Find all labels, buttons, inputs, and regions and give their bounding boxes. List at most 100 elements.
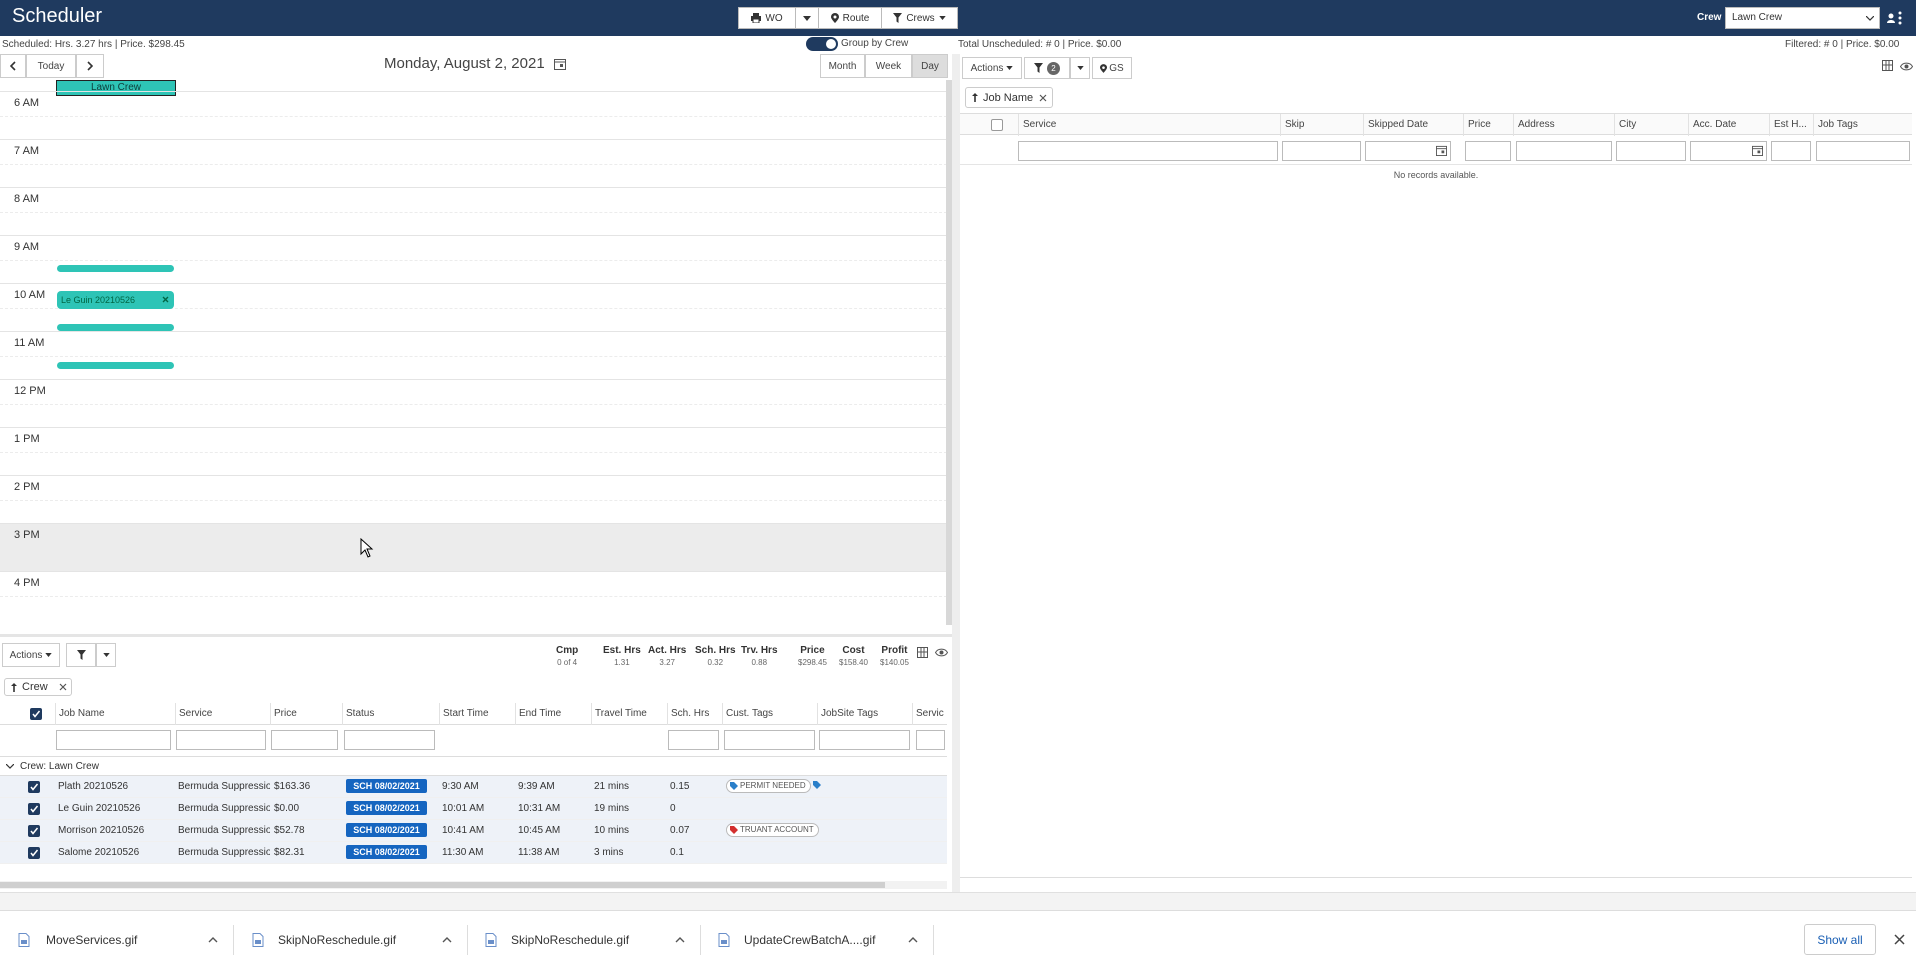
rcol-acc-date[interactable]: Acc. Date: [1688, 114, 1769, 136]
col-travel-time[interactable]: Travel Time: [591, 703, 667, 725]
rfilter-skip[interactable]: [1282, 141, 1361, 161]
vertical-splitter[interactable]: [952, 54, 960, 892]
chevron-up-icon[interactable]: [442, 937, 452, 943]
rfilter-price[interactable]: [1465, 141, 1511, 161]
download-item[interactable]: SkipNoReschedule.gif: [252, 922, 452, 958]
col-sch-hrs[interactable]: Sch. Hrs: [667, 703, 722, 725]
columns-grid-icon[interactable]: [917, 647, 928, 658]
crews-button[interactable]: Crews: [881, 7, 958, 29]
group-row[interactable]: Crew: Lawn Crew: [0, 756, 947, 776]
week-view-button[interactable]: Week: [865, 54, 912, 78]
prev-day-button[interactable]: [0, 54, 26, 78]
col-start-time[interactable]: Start Time: [439, 703, 515, 725]
rcol-skipped-date[interactable]: Skipped Date: [1363, 114, 1463, 136]
columns-grid-icon[interactable]: [1882, 60, 1893, 71]
month-view-button[interactable]: Month: [820, 54, 865, 78]
hour-row[interactable]: 3 PM: [0, 523, 947, 571]
rfilter-address[interactable]: [1516, 141, 1612, 161]
col-end-time[interactable]: End Time: [515, 703, 591, 725]
col-price[interactable]: Price: [270, 703, 342, 725]
filter-jobsite-tags[interactable]: [819, 730, 910, 750]
group-chip[interactable]: Crew: [4, 678, 72, 696]
download-item[interactable]: UpdateCrewBatchA....gif: [718, 922, 918, 958]
calendar-event[interactable]: [57, 324, 174, 331]
calendar-event[interactable]: [57, 265, 174, 272]
show-all-downloads-button[interactable]: Show all: [1804, 924, 1876, 955]
col-jobsite-tags[interactable]: JobSite Tags: [817, 703, 912, 725]
chevron-up-icon[interactable]: [208, 937, 218, 943]
bottom-actions-button[interactable]: Actions: [2, 643, 60, 667]
download-item[interactable]: MoveServices.gif: [18, 922, 218, 958]
rfilter-acc-date[interactable]: [1690, 141, 1767, 161]
cell-job-name[interactable]: Salome 20210526: [58, 847, 173, 858]
more-vertical-icon[interactable]: [1898, 11, 1902, 25]
horizontal-splitter[interactable]: [0, 634, 952, 637]
rfilter-city[interactable]: [1616, 141, 1686, 161]
filter-status[interactable]: [344, 730, 435, 750]
close-icon[interactable]: [1894, 934, 1905, 945]
filter-job-name[interactable]: [56, 730, 171, 750]
select-all-checkbox[interactable]: [30, 708, 42, 720]
eye-icon[interactable]: [1900, 62, 1913, 71]
chevron-up-icon[interactable]: [675, 937, 685, 943]
rcol-skip[interactable]: Skip: [1280, 114, 1363, 136]
rfilter-job-tags[interactable]: [1816, 141, 1910, 161]
cell-job-name[interactable]: Plath 20210526: [58, 781, 173, 792]
sort-chip[interactable]: Job Name: [965, 87, 1053, 108]
hour-row[interactable]: 4 PM: [0, 571, 947, 619]
download-item[interactable]: SkipNoReschedule.gif: [485, 922, 685, 958]
hour-row[interactable]: 7 AM: [0, 139, 947, 187]
close-icon[interactable]: [162, 296, 169, 303]
filter-sch-hrs[interactable]: [668, 730, 719, 750]
wo-dropdown-button[interactable]: [795, 7, 819, 29]
calendar-event[interactable]: [57, 362, 174, 369]
col-service[interactable]: Service: [175, 703, 270, 725]
wo-button[interactable]: WO: [738, 7, 796, 29]
table-row[interactable]: Morrison 20210526 Bermuda Suppression $5…: [0, 820, 947, 842]
rcol-price[interactable]: Price: [1463, 114, 1513, 136]
day-view-button[interactable]: Day: [912, 54, 948, 78]
filter-service[interactable]: [176, 730, 266, 750]
table-row[interactable]: Plath 20210526 Bermuda Suppression $163.…: [0, 776, 947, 798]
filter-cust-tags[interactable]: [724, 730, 815, 750]
chevron-up-icon[interactable]: [908, 937, 918, 943]
hour-row[interactable]: 6 AM: [0, 91, 947, 139]
cell-job-name[interactable]: Morrison 20210526: [58, 825, 173, 836]
hour-row[interactable]: 9 AM: [0, 235, 947, 283]
hour-row[interactable]: 8 AM: [0, 187, 947, 235]
close-icon[interactable]: [1039, 94, 1047, 102]
calendar-event[interactable]: Le Guin 20210526: [57, 291, 174, 309]
rfilter-skipped-date[interactable]: [1365, 141, 1451, 161]
gs-button[interactable]: GS: [1092, 57, 1132, 79]
bottom-filter-dropdown[interactable]: [96, 643, 116, 667]
row-checkbox[interactable]: [28, 847, 40, 859]
row-checkbox[interactable]: [28, 781, 40, 793]
row-checkbox[interactable]: [28, 803, 40, 815]
right-filter-dropdown[interactable]: [1070, 57, 1090, 79]
route-button[interactable]: Route: [818, 7, 882, 29]
filter-service-more[interactable]: [916, 730, 945, 750]
rcol-city[interactable]: City: [1614, 114, 1688, 136]
crew-select[interactable]: Lawn Crew: [1725, 7, 1880, 29]
cell-job-name[interactable]: Le Guin 20210526: [58, 803, 173, 814]
rcol-address[interactable]: Address: [1513, 114, 1614, 136]
col-cust-tags[interactable]: Cust. Tags: [722, 703, 817, 725]
rfilter-est-hrs[interactable]: [1771, 141, 1811, 161]
day-calendar[interactable]: Lawn Crew 6 AM 7 AM 8 AM 9 AM 10 AM 11 A…: [0, 80, 947, 623]
calendar-icon[interactable]: [1436, 145, 1447, 156]
eye-icon[interactable]: [935, 648, 948, 657]
hour-row[interactable]: 1 PM: [0, 427, 947, 475]
bottom-grid-scrollbar[interactable]: [0, 881, 947, 889]
user-icon[interactable]: [1887, 13, 1895, 23]
hour-row[interactable]: 2 PM: [0, 475, 947, 523]
col-job-name[interactable]: Job Name: [55, 703, 175, 725]
hour-row[interactable]: 11 AM: [0, 331, 947, 379]
rcol-service[interactable]: Service: [1018, 114, 1280, 136]
col-status[interactable]: Status: [342, 703, 439, 725]
table-row[interactable]: Salome 20210526 Bermuda Suppression $82.…: [0, 842, 947, 864]
bottom-filter-button[interactable]: [66, 643, 96, 667]
rfilter-service[interactable]: [1018, 141, 1278, 161]
right-filter-button[interactable]: 2: [1024, 57, 1070, 79]
calendar-icon[interactable]: [554, 58, 566, 70]
hour-row[interactable]: 12 PM: [0, 379, 947, 427]
